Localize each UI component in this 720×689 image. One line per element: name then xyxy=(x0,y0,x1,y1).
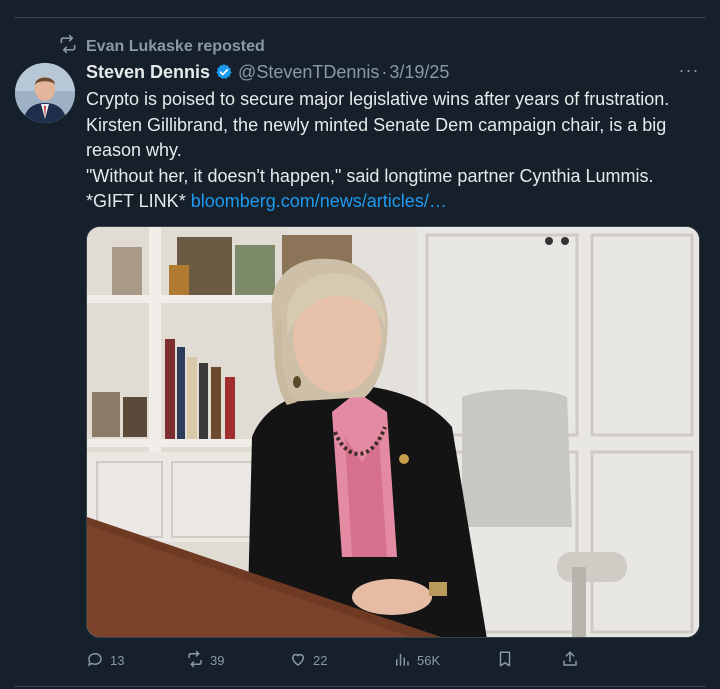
bottom-divider xyxy=(14,686,706,687)
views-count: 56K xyxy=(417,652,441,668)
gift-link-prefix: *GIFT LINK* xyxy=(86,191,186,211)
share-icon xyxy=(561,650,579,671)
repost-action-icon xyxy=(186,650,204,671)
repost-context[interactable]: Evan Lukaske reposted xyxy=(58,34,265,59)
like-button[interactable]: 22 xyxy=(289,650,327,671)
heart-icon xyxy=(289,650,307,671)
top-divider xyxy=(14,17,706,18)
article-link[interactable]: bloomberg.com/news/articles/… xyxy=(191,191,447,211)
tweet-date[interactable]: 3/19/25 xyxy=(389,62,449,83)
share-button[interactable] xyxy=(561,650,579,671)
repost-icon xyxy=(58,34,78,59)
author-handle[interactable]: @StevenTDennis xyxy=(238,62,379,83)
repost-button[interactable]: 39 xyxy=(186,650,224,671)
like-count: 22 xyxy=(313,652,328,668)
author-name[interactable]: Steven Dennis xyxy=(86,62,210,83)
reply-icon xyxy=(86,650,104,671)
reply-count: 13 xyxy=(110,652,125,668)
tweet-text-paragraph-2: "Without her, it doesn't happen," said l… xyxy=(86,165,654,186)
analytics-icon xyxy=(393,650,411,671)
repost-count: 39 xyxy=(210,652,225,668)
bookmark-icon xyxy=(496,650,514,671)
views-button[interactable]: 56K xyxy=(393,650,440,671)
tweet-photo[interactable] xyxy=(86,226,700,638)
repost-text: Evan Lukaske reposted xyxy=(86,37,265,55)
bookmark-button[interactable] xyxy=(496,650,514,671)
verified-badge-icon xyxy=(215,63,233,81)
reply-button[interactable]: 13 xyxy=(86,650,124,671)
tweet-header: Steven Dennis @StevenTDennis · 3/19/25 ·… xyxy=(86,60,700,84)
more-options-icon[interactable]: ··· xyxy=(678,60,700,81)
avatar[interactable] xyxy=(15,63,75,123)
header-separator: · xyxy=(381,61,388,82)
tweet-actions: 13 39 22 56K xyxy=(86,650,586,670)
tweet-text-paragraph-1: Crypto is poised to secure major legisla… xyxy=(86,89,670,160)
tweet-body: Crypto is poised to secure major legisla… xyxy=(86,87,706,215)
